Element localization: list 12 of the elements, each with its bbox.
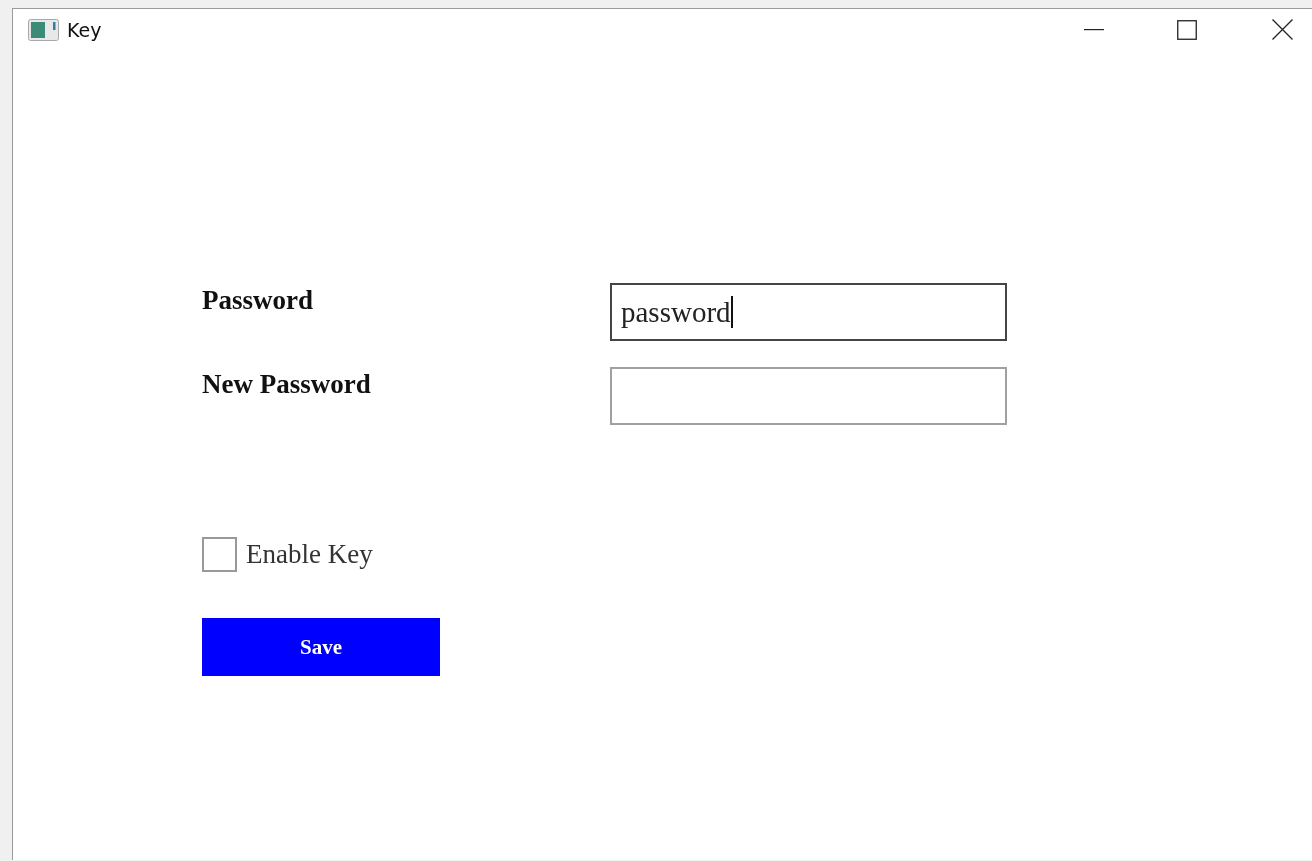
field-label: New Password [202,368,371,401]
save-button[interactable]: Save [202,618,440,676]
close-icon[interactable] [1272,19,1293,40]
app-icon [28,18,59,41]
window-title: Key [67,18,102,41]
input-field[interactable]: password [610,283,1007,341]
input-field[interactable] [610,367,1007,425]
minimize-icon[interactable] [1084,28,1104,31]
maximize-icon[interactable] [1177,19,1197,40]
field-label: Password [202,284,313,317]
checkbox[interactable] [202,537,237,572]
checkbox-label[interactable]: Enable Key [246,539,373,570]
